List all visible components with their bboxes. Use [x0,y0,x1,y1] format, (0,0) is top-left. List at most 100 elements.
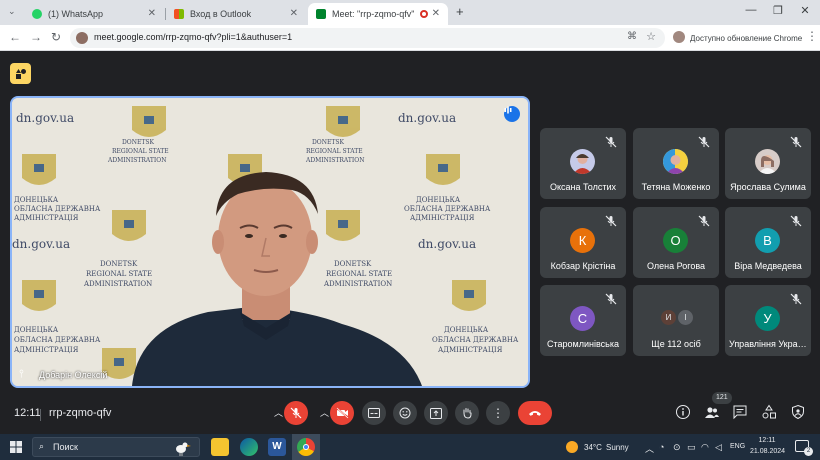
activities-icon[interactable] [761,404,777,420]
participant-tile[interactable]: У Управління Україна [725,285,811,356]
main-video-tile[interactable]: dn.gov.ua dn.gov.ua dn.gov.ua dn.gov.ua … [10,96,530,388]
tab-search-chevron-icon[interactable]: ⌄ [8,6,16,17]
tray-overflow-chevron-icon[interactable]: ︿ [645,442,654,455]
video-options-chevron-icon[interactable]: ︿ [320,406,329,419]
tab-meet[interactable]: Meet: "rrp-zqmo-qfv" ✕ [308,3,448,25]
speaking-indicator-icon [504,106,520,122]
avatar [570,149,595,174]
emoji-reactions-button[interactable] [393,401,417,425]
windows-start-icon[interactable] [10,441,22,453]
bookmark-star-icon[interactable]: ☆ [646,30,656,43]
more-participants-tile[interactable]: И І Ще 112 осіб [633,285,719,356]
mic-off-icon [790,293,802,305]
weather-condition[interactable]: Sunny [606,443,629,452]
close-tab-icon[interactable]: ✕ [432,8,440,19]
camera-off-icon [335,407,349,419]
new-tab-button[interactable]: + [456,4,464,19]
weather-temperature[interactable]: 34°C [584,443,602,452]
forward-arrow-icon[interactable]: → [30,30,42,44]
divider [40,409,41,421]
meeting-details-icon[interactable] [675,404,691,420]
participant-name: Кобзар Крістіна [550,261,616,271]
more-options-button[interactable]: ⋮ [486,401,510,425]
site-info-icon[interactable] [76,32,88,44]
recording-icon [420,10,428,18]
participant-tile[interactable]: С Старомлинівська [540,285,626,356]
taskbar-active-app[interactable] [292,434,320,460]
avatar-initial: І [678,310,693,325]
host-controls-icon[interactable] [790,404,806,420]
audio-options-chevron-icon[interactable]: ︿ [274,406,283,419]
avatar [663,149,688,174]
participant-tile[interactable]: Оксана Толстих [540,128,626,199]
back-arrow-icon[interactable]: ← [9,30,21,44]
mic-off-icon [790,136,802,148]
tab-whatsapp[interactable]: (1) WhatsApp ✕ [24,3,164,25]
volume-icon[interactable]: ◁ [715,442,722,453]
chrome-update-button[interactable]: Доступно обновление Chrome [690,29,802,47]
input-language[interactable]: ENG [730,443,745,450]
backdrop-en-text: ADMINISTRATION [107,157,166,164]
participant-tile[interactable]: О Олена Рогова [633,207,719,278]
profile-avatar[interactable] [673,31,685,43]
participant-name: Оксана Толстих [549,182,617,192]
participant-name: Старомлинівська [547,339,619,349]
mic-off-icon [605,215,617,227]
pin-icon[interactable]: ⫯ [19,368,24,381]
avatar [755,149,780,174]
raise-hand-button[interactable] [455,401,479,425]
chat-icon[interactable] [732,404,748,420]
edge-browser-icon[interactable] [240,438,258,456]
backdrop-en-text: REGIONAL STATE [306,148,363,155]
backdrop-ua-text: АДМІНІСТРАЦІЯ [14,214,79,222]
search-placeholder: Поиск [53,442,78,452]
minimize-button[interactable]: — [738,4,764,16]
backdrop-en-text: DONETSK [312,139,344,146]
system-time[interactable]: 12:11 [750,437,784,444]
network-icon[interactable]: ◔ [659,442,664,452]
backdrop-domain-text: dn.gov.ua [398,111,456,125]
tab-outlook[interactable]: Вход в Outlook ✕ [166,3,306,25]
more-vert-icon: ⋮ [492,406,504,420]
close-tab-icon[interactable]: ✕ [148,8,156,19]
participant-tile[interactable]: К Кобзар Крістіна [540,207,626,278]
avatar-initial: С [570,306,595,331]
maximize-button[interactable]: ❐ [765,4,791,17]
tab-label: (1) WhatsApp [48,9,104,19]
menu-dots-icon[interactable]: ⋮ [806,29,818,43]
activities-button[interactable] [10,63,31,84]
whatsapp-icon [32,9,42,19]
address-bar[interactable]: meet.google.com/rrp-zqmo-qfv?pli=1&authu… [70,28,665,48]
microsoft-icon [174,9,184,19]
leave-call-button[interactable] [518,401,552,425]
participant-tile[interactable]: В Віра Медведева [725,207,811,278]
participant-name: Віра Медведева [734,261,802,271]
mic-off-icon [290,407,302,419]
close-tab-icon[interactable]: ✕ [290,8,298,19]
present-screen-button[interactable] [424,401,448,425]
word-icon[interactable]: W [268,438,286,456]
backdrop-ua-text: АДМІНІСТРАЦІЯ [438,346,503,354]
browser-toolbar: ← → ↻ meet.google.com/rrp-zqmo-qfv?pli=1… [0,25,820,51]
captions-button[interactable] [362,401,386,425]
taskbar-search-box[interactable]: ⌕ Поиск [32,437,200,457]
people-icon[interactable] [704,404,720,420]
backdrop-en-text: ADMINISTRATION [305,157,364,164]
close-window-button[interactable]: ✕ [792,4,818,17]
participant-tile[interactable]: Тетяна Моженко [633,128,719,199]
camera-toggle-button[interactable] [330,401,354,425]
translate-icon[interactable]: ⌘ [627,31,637,42]
battery-icon[interactable]: ▭ [687,442,696,453]
hang-up-icon [529,411,541,416]
url-text[interactable]: meet.google.com/rrp-zqmo-qfv?pli=1&authu… [94,32,292,42]
weather-sun-icon[interactable] [566,441,578,453]
file-explorer-icon[interactable] [211,438,229,456]
tab-label: Meet: "rrp-zqmo-qfv" [332,9,415,19]
wifi-icon[interactable]: ◠ [701,442,709,453]
microphone-toggle-button[interactable] [284,401,308,425]
microphone-icon[interactable]: ⊙ [673,442,681,453]
reload-icon[interactable]: ↻ [51,30,61,44]
participant-tile[interactable]: Ярослава Сулима [725,128,811,199]
system-date[interactable]: 21.08.2024 [750,448,785,455]
backdrop-ua-text: ДОНЕЦЬКА [14,196,59,204]
